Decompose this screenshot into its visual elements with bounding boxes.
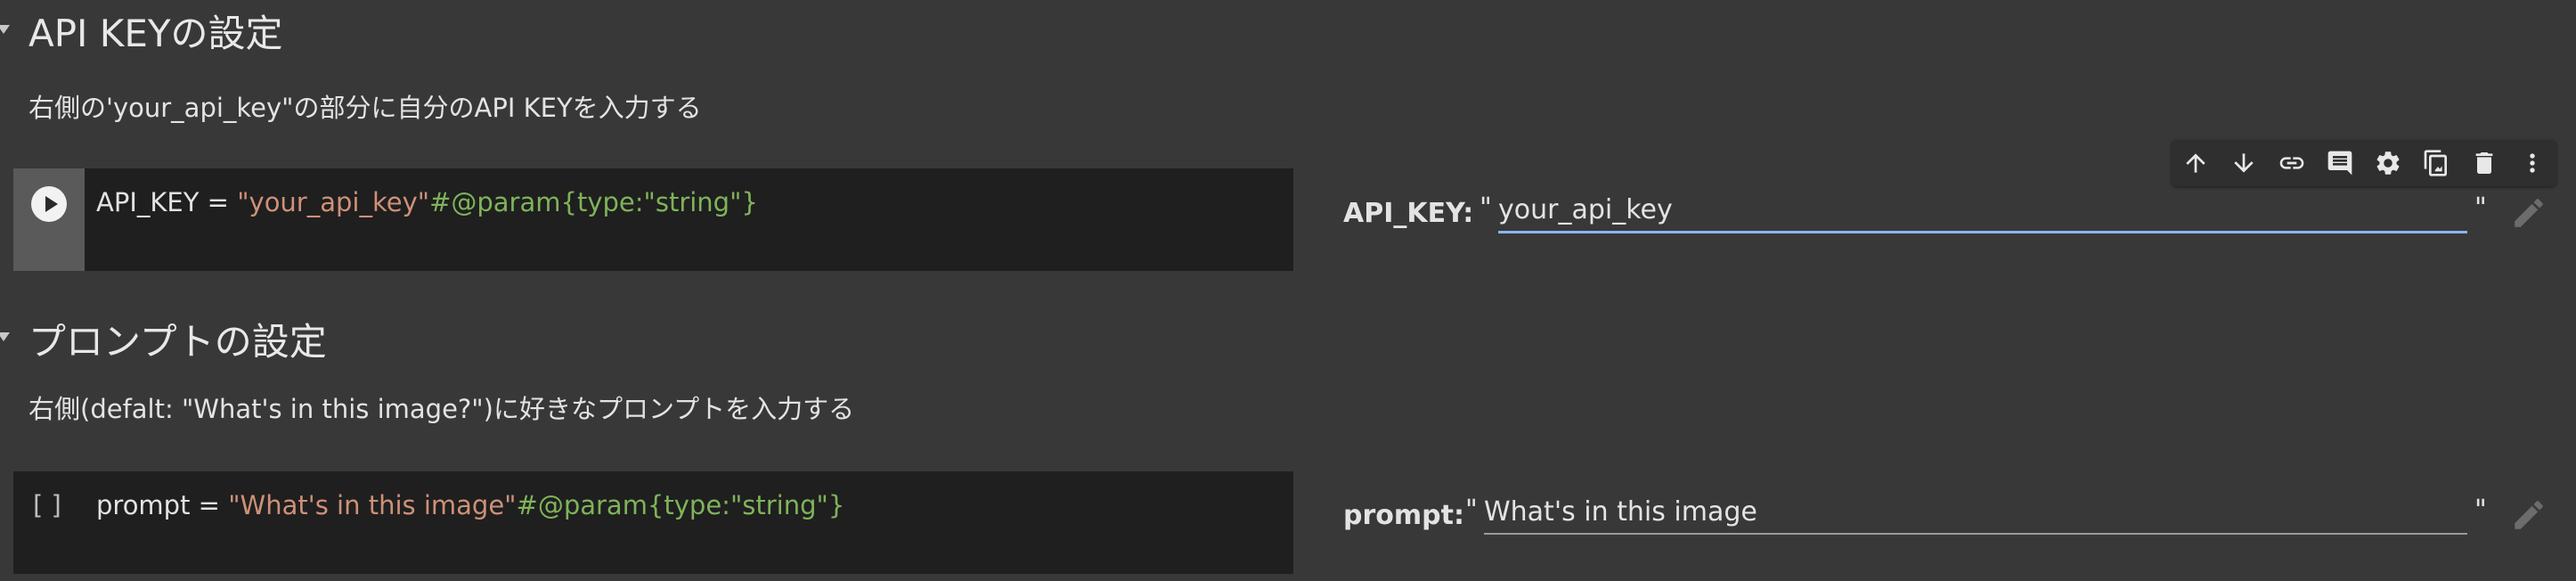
link-icon[interactable] xyxy=(2268,140,2316,186)
code-variable: prompt xyxy=(96,490,191,520)
code-operator: = xyxy=(190,490,229,520)
more-vert-icon[interactable] xyxy=(2508,140,2556,186)
trash-icon[interactable] xyxy=(2460,140,2508,186)
gear-icon[interactable] xyxy=(2364,140,2412,186)
collapse-caret-icon[interactable] xyxy=(0,25,10,34)
cell-run-status[interactable]: [ ] xyxy=(33,490,61,520)
close-quote: " xyxy=(2474,495,2487,526)
form-field-label: API_KEY: xyxy=(1343,198,1474,229)
edit-pencil-icon[interactable] xyxy=(2510,194,2547,235)
arrow-up-icon[interactable] xyxy=(2172,140,2220,186)
code-variable: API_KEY xyxy=(96,187,200,217)
collapse-caret-icon[interactable] xyxy=(0,332,10,341)
open-quote: " xyxy=(1480,192,1492,224)
mirror-cell-icon[interactable] xyxy=(2412,140,2460,186)
open-quote: " xyxy=(1465,495,1478,526)
prompt-input[interactable] xyxy=(1484,496,2467,535)
code-operator: = xyxy=(199,187,238,217)
play-icon xyxy=(45,196,58,212)
comment-icon[interactable] xyxy=(2316,140,2364,186)
run-cell-button[interactable] xyxy=(31,186,67,222)
section-description: 右側(defalt: "What's in this image?")に好きなプ… xyxy=(29,394,855,424)
section-description: 右側の'your_api_key"の部分に自分のAPI KEYを入力する xyxy=(29,93,702,123)
arrow-down-icon[interactable] xyxy=(2220,140,2268,186)
section-heading: プロンプトの設定 xyxy=(29,320,327,364)
api-key-input[interactable] xyxy=(1498,194,2467,233)
section-heading: API KEYの設定 xyxy=(29,12,283,55)
code-cell[interactable]: [ ] prompt = "What's in this image"#@par… xyxy=(13,471,1293,574)
code-comment: #@param{type:"string"} xyxy=(516,490,845,520)
code-line[interactable]: API_KEY = "your_api_key"#@param{type:"st… xyxy=(96,187,758,217)
edit-pencil-icon[interactable] xyxy=(2510,496,2547,537)
close-quote: " xyxy=(2474,192,2487,224)
cell-toolbar xyxy=(2172,140,2556,186)
code-string: "your_api_key" xyxy=(237,187,430,217)
form-field-label: prompt: xyxy=(1343,500,1464,531)
code-cell[interactable]: API_KEY = "your_api_key"#@param{type:"st… xyxy=(13,168,1293,271)
code-line[interactable]: prompt = "What's in this image"#@param{t… xyxy=(96,490,844,520)
code-comment: #@param{type:"string"} xyxy=(429,187,758,217)
code-string: "What's in this image" xyxy=(228,490,517,520)
